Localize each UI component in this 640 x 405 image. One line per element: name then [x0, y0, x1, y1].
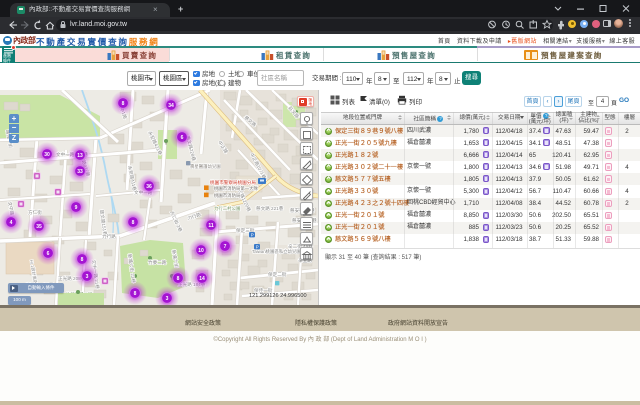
svg-text:13: 13 [77, 153, 83, 159]
svg-text:30: 30 [44, 152, 50, 158]
svg-text:14: 14 [199, 276, 205, 282]
svg-text:36: 36 [146, 184, 152, 190]
svg-text:桃園市消防局第一大隊: 桃園市消防局第一大隊 [214, 185, 259, 192]
svg-text:6: 6 [181, 135, 184, 141]
svg-text:桃園市消防局: 桃園市消防局 [214, 192, 240, 199]
svg-text:10: 10 [198, 248, 204, 254]
svg-text:8: 8 [134, 291, 137, 297]
svg-text:P: P [251, 232, 254, 237]
svg-text:力行二村公園: 力行二村公園 [214, 205, 241, 212]
svg-text:慈文路 221巷: 慈文路 221巷 [256, 205, 284, 212]
svg-text:保定二街: 保定二街 [268, 271, 287, 278]
svg-text:6: 6 [47, 251, 50, 257]
svg-text:3: 3 [166, 296, 169, 302]
svg-text:P: P [256, 244, 259, 249]
svg-text:8: 8 [177, 276, 180, 282]
svg-text:35: 35 [36, 224, 42, 230]
svg-text:壽星醫護幼兒園: 壽星醫護幼兒園 [190, 163, 221, 170]
svg-text:8: 8 [122, 101, 125, 107]
svg-text:竹夢二路: 竹夢二路 [148, 259, 167, 266]
svg-text:桃園市警察局桃園分局: 桃園市警察局桃園分局 [210, 179, 256, 186]
svg-text:7: 7 [224, 244, 227, 250]
svg-text:力行路: 力行路 [102, 233, 116, 240]
svg-text:4: 4 [10, 220, 13, 226]
svg-text:8: 8 [132, 220, 135, 226]
svg-text:3: 3 [86, 274, 89, 280]
svg-text:33: 33 [77, 169, 83, 175]
svg-text:34: 34 [168, 103, 174, 109]
svg-text:8: 8 [81, 257, 84, 263]
svg-text:9: 9 [75, 205, 78, 211]
svg-text:11: 11 [208, 223, 214, 229]
